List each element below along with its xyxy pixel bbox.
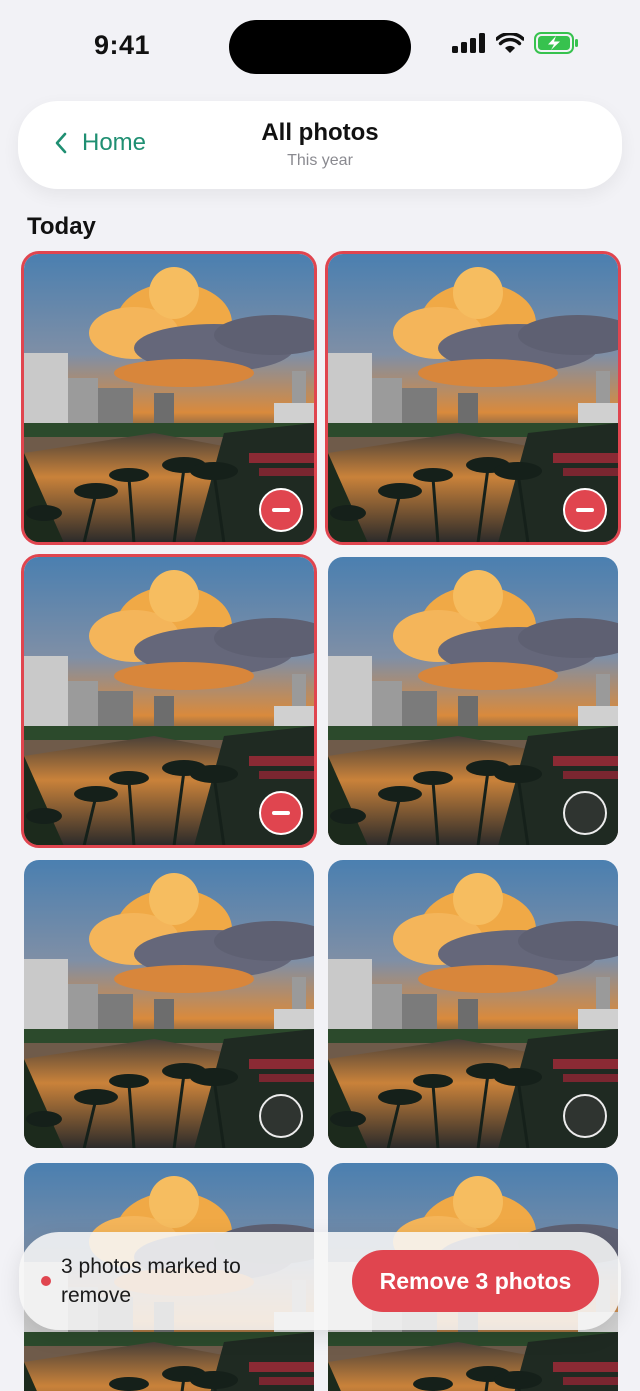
marked-indicator-dot [41,1276,51,1286]
select-circle-icon[interactable] [259,1094,303,1138]
remove-badge-icon[interactable] [563,488,607,532]
photo-tile[interactable] [325,554,621,848]
nav-titles: All photos This year [18,119,622,170]
section-title-today: Today [27,213,96,240]
photo-tile[interactable] [325,857,621,1151]
photo-tile[interactable] [21,857,317,1151]
navigation-bar: Home All photos This year [18,101,622,189]
signal-icon [452,33,485,53]
removal-action-bar: 3 photos marked to remove Remove 3 photo… [19,1232,621,1330]
battery-charging-icon [534,32,578,54]
page-title: All photos [261,119,379,146]
marked-count-text: 3 photos marked to remove [61,1255,241,1307]
status-time: 9:41 [94,30,151,60]
status-bar: 9:41 [0,0,640,96]
photo-tile[interactable] [21,554,317,848]
select-circle-icon[interactable] [563,791,607,835]
status-icons [452,32,580,54]
photo-tile[interactable] [21,251,317,545]
select-circle-icon[interactable] [563,1094,607,1138]
dynamic-island [229,20,411,74]
remove-photos-button[interactable]: Remove 3 photos [352,1250,599,1312]
photo-grid [21,251,621,1391]
remove-badge-icon[interactable] [259,488,303,532]
photo-tile[interactable] [325,251,621,545]
wifi-icon [496,33,524,53]
screen: 9:41 Home All photos This year Today 3 p… [0,0,640,1391]
page-subtitle: This year [287,152,353,169]
remove-badge-icon[interactable] [259,791,303,835]
